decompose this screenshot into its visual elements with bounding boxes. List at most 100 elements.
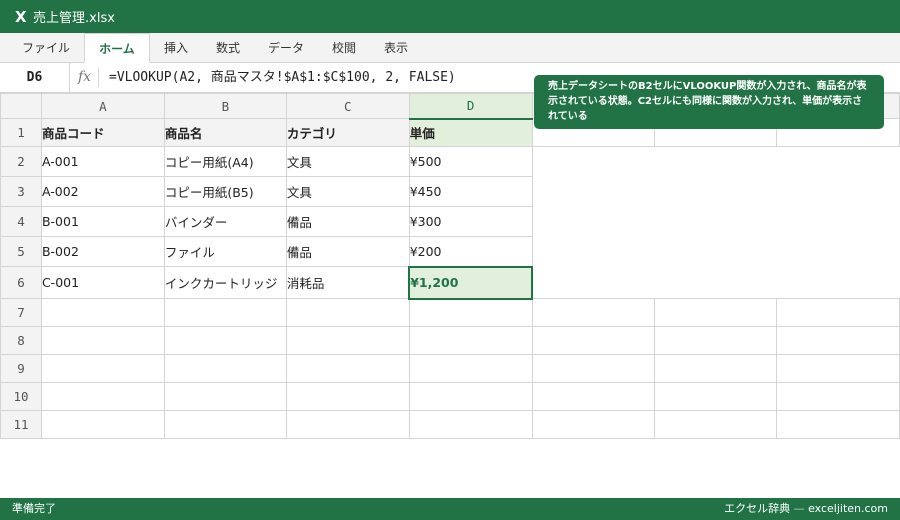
empty-cell[interactable] bbox=[654, 326, 778, 355]
empty-cell[interactable] bbox=[408, 298, 533, 327]
excel-logo-icon: X bbox=[15, 7, 27, 26]
empty-cell[interactable] bbox=[40, 354, 165, 383]
cell-b5[interactable]: ファイル bbox=[163, 236, 287, 267]
cell-b2[interactable]: コピー用紙(A4) bbox=[163, 146, 287, 177]
cell-a3[interactable]: A-002 bbox=[40, 176, 165, 207]
cell-b6[interactable]: インクカートリッジ bbox=[163, 266, 287, 299]
row-header[interactable]: 7 bbox=[0, 298, 42, 327]
cell-d5[interactable]: ¥200 bbox=[408, 236, 533, 267]
empty-cell[interactable] bbox=[408, 354, 533, 383]
empty-cell[interactable] bbox=[285, 354, 410, 383]
empty-cell[interactable] bbox=[408, 410, 533, 439]
empty-area bbox=[654, 146, 777, 177]
empty-area bbox=[654, 236, 777, 267]
row-header[interactable]: 5 bbox=[0, 236, 42, 267]
annotation-callout: 売上データシートのB2セルにVLOOKUP関数が入力され、商品名が表示されている… bbox=[534, 75, 884, 129]
empty-cell[interactable] bbox=[163, 326, 287, 355]
cell-d6-selected[interactable]: ¥1,200 bbox=[408, 265, 534, 300]
row-header[interactable]: 6 bbox=[0, 266, 42, 299]
empty-cell[interactable] bbox=[163, 410, 287, 439]
tab-view[interactable]: 表示 bbox=[372, 33, 420, 63]
fx-icon[interactable]: fx bbox=[78, 63, 91, 92]
cell-a2[interactable]: A-001 bbox=[40, 146, 165, 177]
name-box[interactable]: D6 bbox=[0, 63, 70, 92]
cell-b3[interactable]: コピー用紙(B5) bbox=[163, 176, 287, 207]
empty-cell[interactable] bbox=[163, 298, 287, 327]
empty-cell[interactable] bbox=[163, 354, 287, 383]
cell-a5[interactable]: B-002 bbox=[40, 236, 165, 267]
cell-c6[interactable]: 消耗品 bbox=[285, 266, 410, 299]
column-header-c[interactable]: C bbox=[285, 93, 410, 119]
empty-cell[interactable] bbox=[531, 326, 656, 355]
empty-area bbox=[532, 146, 655, 177]
column-header-b[interactable]: B bbox=[163, 93, 287, 119]
cell-c2[interactable]: 文具 bbox=[285, 146, 410, 177]
status-bar: 準備完了 エクセル辞典 — exceljiten.com bbox=[0, 498, 900, 520]
empty-cell[interactable] bbox=[163, 382, 287, 411]
empty-cell[interactable] bbox=[776, 326, 900, 355]
empty-cell[interactable] bbox=[776, 382, 900, 411]
row-header[interactable]: 8 bbox=[0, 326, 42, 355]
empty-cell[interactable] bbox=[654, 410, 778, 439]
empty-cell[interactable] bbox=[531, 298, 656, 327]
tab-insert[interactable]: 挿入 bbox=[152, 33, 200, 63]
cell-c4[interactable]: 備品 bbox=[285, 206, 410, 237]
empty-area bbox=[776, 146, 900, 177]
column-header-d[interactable]: D bbox=[408, 93, 533, 120]
window-title: 売上管理.xlsx bbox=[33, 11, 115, 26]
column-header-a[interactable]: A bbox=[40, 93, 165, 119]
empty-cell[interactable] bbox=[776, 354, 900, 383]
empty-cell[interactable] bbox=[654, 298, 778, 327]
cell-c3[interactable]: 文具 bbox=[285, 176, 410, 207]
row-header[interactable]: 2 bbox=[0, 146, 42, 177]
empty-cell[interactable] bbox=[40, 326, 165, 355]
cell-c1[interactable]: カテゴリ bbox=[285, 118, 410, 147]
cell-d1[interactable]: 単価 bbox=[408, 118, 533, 147]
cell-d2[interactable]: ¥500 bbox=[408, 146, 533, 177]
cell-a1[interactable]: 商品コード bbox=[40, 118, 165, 147]
row-header[interactable]: 1 bbox=[0, 118, 42, 147]
empty-cell[interactable] bbox=[654, 382, 778, 411]
site-domain: exceljiten.com bbox=[808, 502, 888, 515]
empty-cell[interactable] bbox=[285, 298, 410, 327]
empty-area bbox=[654, 266, 777, 299]
empty-cell[interactable] bbox=[654, 354, 778, 383]
cell-c5[interactable]: 備品 bbox=[285, 236, 410, 267]
cell-d3[interactable]: ¥450 bbox=[408, 176, 533, 207]
row-header[interactable]: 9 bbox=[0, 354, 42, 383]
empty-cell[interactable] bbox=[285, 326, 410, 355]
empty-area bbox=[532, 236, 655, 267]
empty-area bbox=[776, 236, 900, 267]
row-header[interactable]: 3 bbox=[0, 176, 42, 207]
row-header[interactable]: 11 bbox=[0, 410, 42, 439]
empty-cell[interactable] bbox=[285, 382, 410, 411]
empty-cell[interactable] bbox=[531, 410, 656, 439]
formula-divider bbox=[98, 68, 99, 87]
empty-cell[interactable] bbox=[40, 410, 165, 439]
empty-cell[interactable] bbox=[776, 298, 900, 327]
tab-data[interactable]: データ bbox=[256, 33, 316, 63]
empty-cell[interactable] bbox=[408, 382, 533, 411]
cell-a6[interactable]: C-001 bbox=[40, 266, 165, 299]
cell-b1[interactable]: 商品名 bbox=[163, 118, 287, 147]
tab-file[interactable]: ファイル bbox=[8, 33, 84, 63]
tab-formulas[interactable]: 数式 bbox=[204, 33, 252, 63]
empty-cell[interactable] bbox=[776, 410, 900, 439]
empty-area bbox=[776, 206, 900, 237]
empty-cell[interactable] bbox=[40, 298, 165, 327]
empty-area bbox=[776, 266, 900, 299]
empty-cell[interactable] bbox=[531, 354, 656, 383]
empty-cell[interactable] bbox=[408, 326, 533, 355]
row-header[interactable]: 4 bbox=[0, 206, 42, 237]
select-all-corner[interactable] bbox=[0, 93, 42, 119]
cell-b4[interactable]: バインダー bbox=[163, 206, 287, 237]
empty-cell[interactable] bbox=[285, 410, 410, 439]
cell-d4[interactable]: ¥300 bbox=[408, 206, 533, 237]
formula-input[interactable]: =VLOOKUP(A2, 商品マスタ!$A$1:$C$100, 2, FALSE… bbox=[109, 63, 456, 92]
tab-review[interactable]: 校閲 bbox=[320, 33, 368, 63]
empty-cell[interactable] bbox=[531, 382, 656, 411]
empty-cell[interactable] bbox=[40, 382, 165, 411]
tab-home[interactable]: ホーム bbox=[84, 33, 150, 63]
row-header[interactable]: 10 bbox=[0, 382, 42, 411]
cell-a4[interactable]: B-001 bbox=[40, 206, 165, 237]
